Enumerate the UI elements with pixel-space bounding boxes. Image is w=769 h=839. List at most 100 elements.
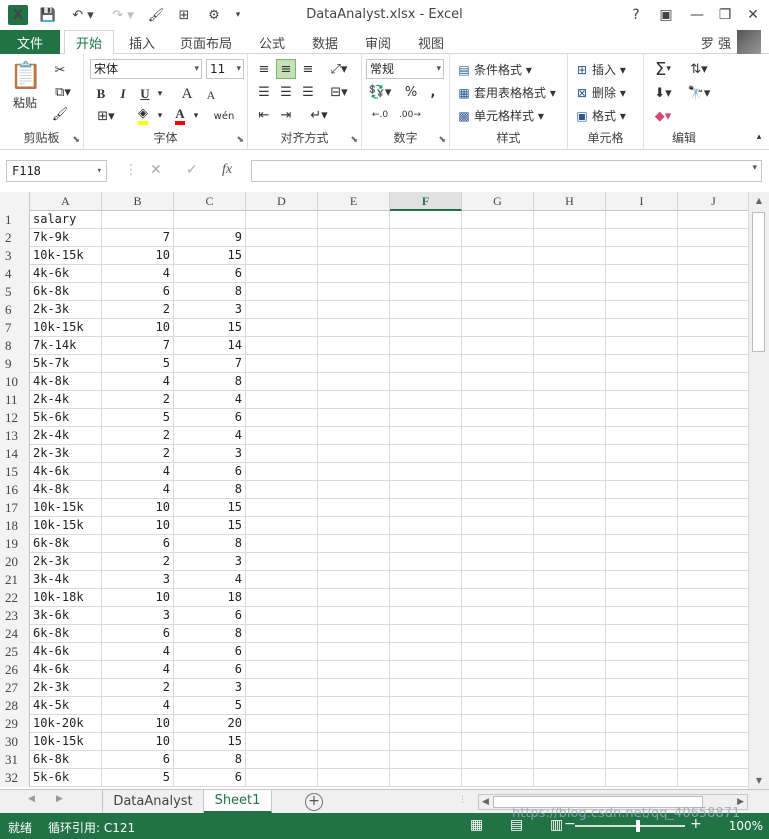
column-header-c[interactable]: C [174,192,246,211]
cell-g[interactable] [462,607,534,625]
cell-f[interactable] [390,661,462,679]
cell-c[interactable]: 8 [174,625,246,643]
cell-f[interactable] [390,517,462,535]
cell-c[interactable]: 6 [174,661,246,679]
cell-d[interactable] [246,679,318,697]
row-header[interactable]: 2 [0,229,30,247]
cell-g[interactable] [462,301,534,319]
cell-c[interactable]: 8 [174,535,246,553]
cell-i[interactable] [606,571,678,589]
cell-i[interactable] [606,445,678,463]
cell-a[interactable]: 4k-8k [30,481,102,499]
avatar[interactable] [737,30,761,54]
enter-formula-button[interactable]: ✓ [186,162,198,178]
align-right-icon[interactable]: ☰ [298,82,318,102]
cell-a[interactable]: 5k-6k [30,409,102,427]
orientation-icon[interactable]: ⤢▾ [324,59,354,79]
cell-c[interactable]: 6 [174,409,246,427]
scroll-down-icon[interactable]: ▼ [749,772,769,789]
cell-c[interactable]: 15 [174,319,246,337]
cell-g[interactable] [462,463,534,481]
cell-b[interactable]: 10 [102,715,174,733]
cell-c[interactable]: 3 [174,301,246,319]
cell-j[interactable] [678,481,750,499]
font-family-select[interactable]: 宋体 ▾ [90,59,202,79]
cell-b[interactable]: 4 [102,697,174,715]
collapse-ribbon-icon[interactable]: ▴ [752,130,766,144]
cell-b[interactable]: 3 [102,607,174,625]
minimize-button[interactable]: — [686,4,708,26]
cell-f[interactable] [390,265,462,283]
font-color-icon[interactable]: A [170,106,190,126]
cell-i[interactable] [606,337,678,355]
cell-e[interactable] [318,751,390,769]
tab-home[interactable]: 开始 [64,30,114,55]
cell-i[interactable] [606,769,678,787]
cell-c[interactable]: 6 [174,607,246,625]
cell-e[interactable] [318,301,390,319]
cell-c[interactable]: 9 [174,229,246,247]
ribbon-display-icon[interactable]: ▣ [655,4,677,26]
cell-e[interactable] [318,607,390,625]
cell-f[interactable] [390,463,462,481]
cell-d[interactable] [246,697,318,715]
cell-f[interactable] [390,499,462,517]
cell-h[interactable] [534,769,606,787]
cell-e[interactable] [318,589,390,607]
cell-b[interactable]: 7 [102,229,174,247]
cell-d[interactable] [246,283,318,301]
cell-f[interactable] [390,301,462,319]
cell-c[interactable]: 18 [174,589,246,607]
cell-b[interactable]: 4 [102,643,174,661]
cell-h[interactable] [534,571,606,589]
cell-b[interactable]: 4 [102,661,174,679]
row-header[interactable]: 5 [0,283,30,301]
cell-i[interactable] [606,229,678,247]
dialog-launcher-icon[interactable]: ⬊ [236,135,244,145]
column-header-f[interactable]: F [390,192,462,211]
find-select-icon[interactable]: 🔭▾ [684,82,714,104]
cell-f[interactable] [390,571,462,589]
cell-f[interactable] [390,373,462,391]
cell-a[interactable]: 2k-3k [30,679,102,697]
cell-g[interactable] [462,355,534,373]
cell-h[interactable] [534,607,606,625]
row-header[interactable]: 21 [0,571,30,589]
cell-b[interactable]: 4 [102,265,174,283]
cell-g[interactable] [462,733,534,751]
cell-g[interactable] [462,337,534,355]
cell-c[interactable]: 15 [174,733,246,751]
cell-g[interactable] [462,643,534,661]
tab-data[interactable]: 数据 [303,30,347,54]
cell-c[interactable]: 7 [174,355,246,373]
cell-h[interactable] [534,499,606,517]
row-header[interactable]: 20 [0,553,30,571]
grow-font-button[interactable]: A [178,84,196,104]
cell-a[interactable]: 10k-15k [30,247,102,265]
cell-i[interactable] [606,535,678,553]
worksheet-grid[interactable]: ABCDEFGHIJ 1 salary 2 7k-9k 7 9 3 10k-15k 10 15 4 4… [0,192,769,789]
cell-e[interactable] [318,211,390,229]
cell-f[interactable] [390,679,462,697]
cell-j[interactable] [678,769,750,787]
cell-a[interactable]: 4k-6k [30,643,102,661]
cell-h[interactable] [534,715,606,733]
row-header[interactable]: 4 [0,265,30,283]
cell-f[interactable] [390,337,462,355]
dialog-launcher-icon[interactable]: ⬊ [72,135,80,145]
cell-b[interactable]: 6 [102,625,174,643]
cell-e[interactable] [318,625,390,643]
accounting-format-icon[interactable]: 💱▾ [366,82,394,102]
cell-g[interactable] [462,229,534,247]
row-header[interactable]: 17 [0,499,30,517]
cell-j[interactable] [678,643,750,661]
cell-g[interactable] [462,517,534,535]
cell-a[interactable]: 2k-3k [30,445,102,463]
cut-icon[interactable]: ✂ [50,60,70,80]
row-header[interactable]: 3 [0,247,30,265]
cell-i[interactable] [606,373,678,391]
increase-indent-icon[interactable]: ⇥ [276,105,296,125]
cell-i[interactable] [606,643,678,661]
copy-icon[interactable]: ⧉▾ [50,82,76,102]
cell-a[interactable]: 5k-6k [30,769,102,787]
